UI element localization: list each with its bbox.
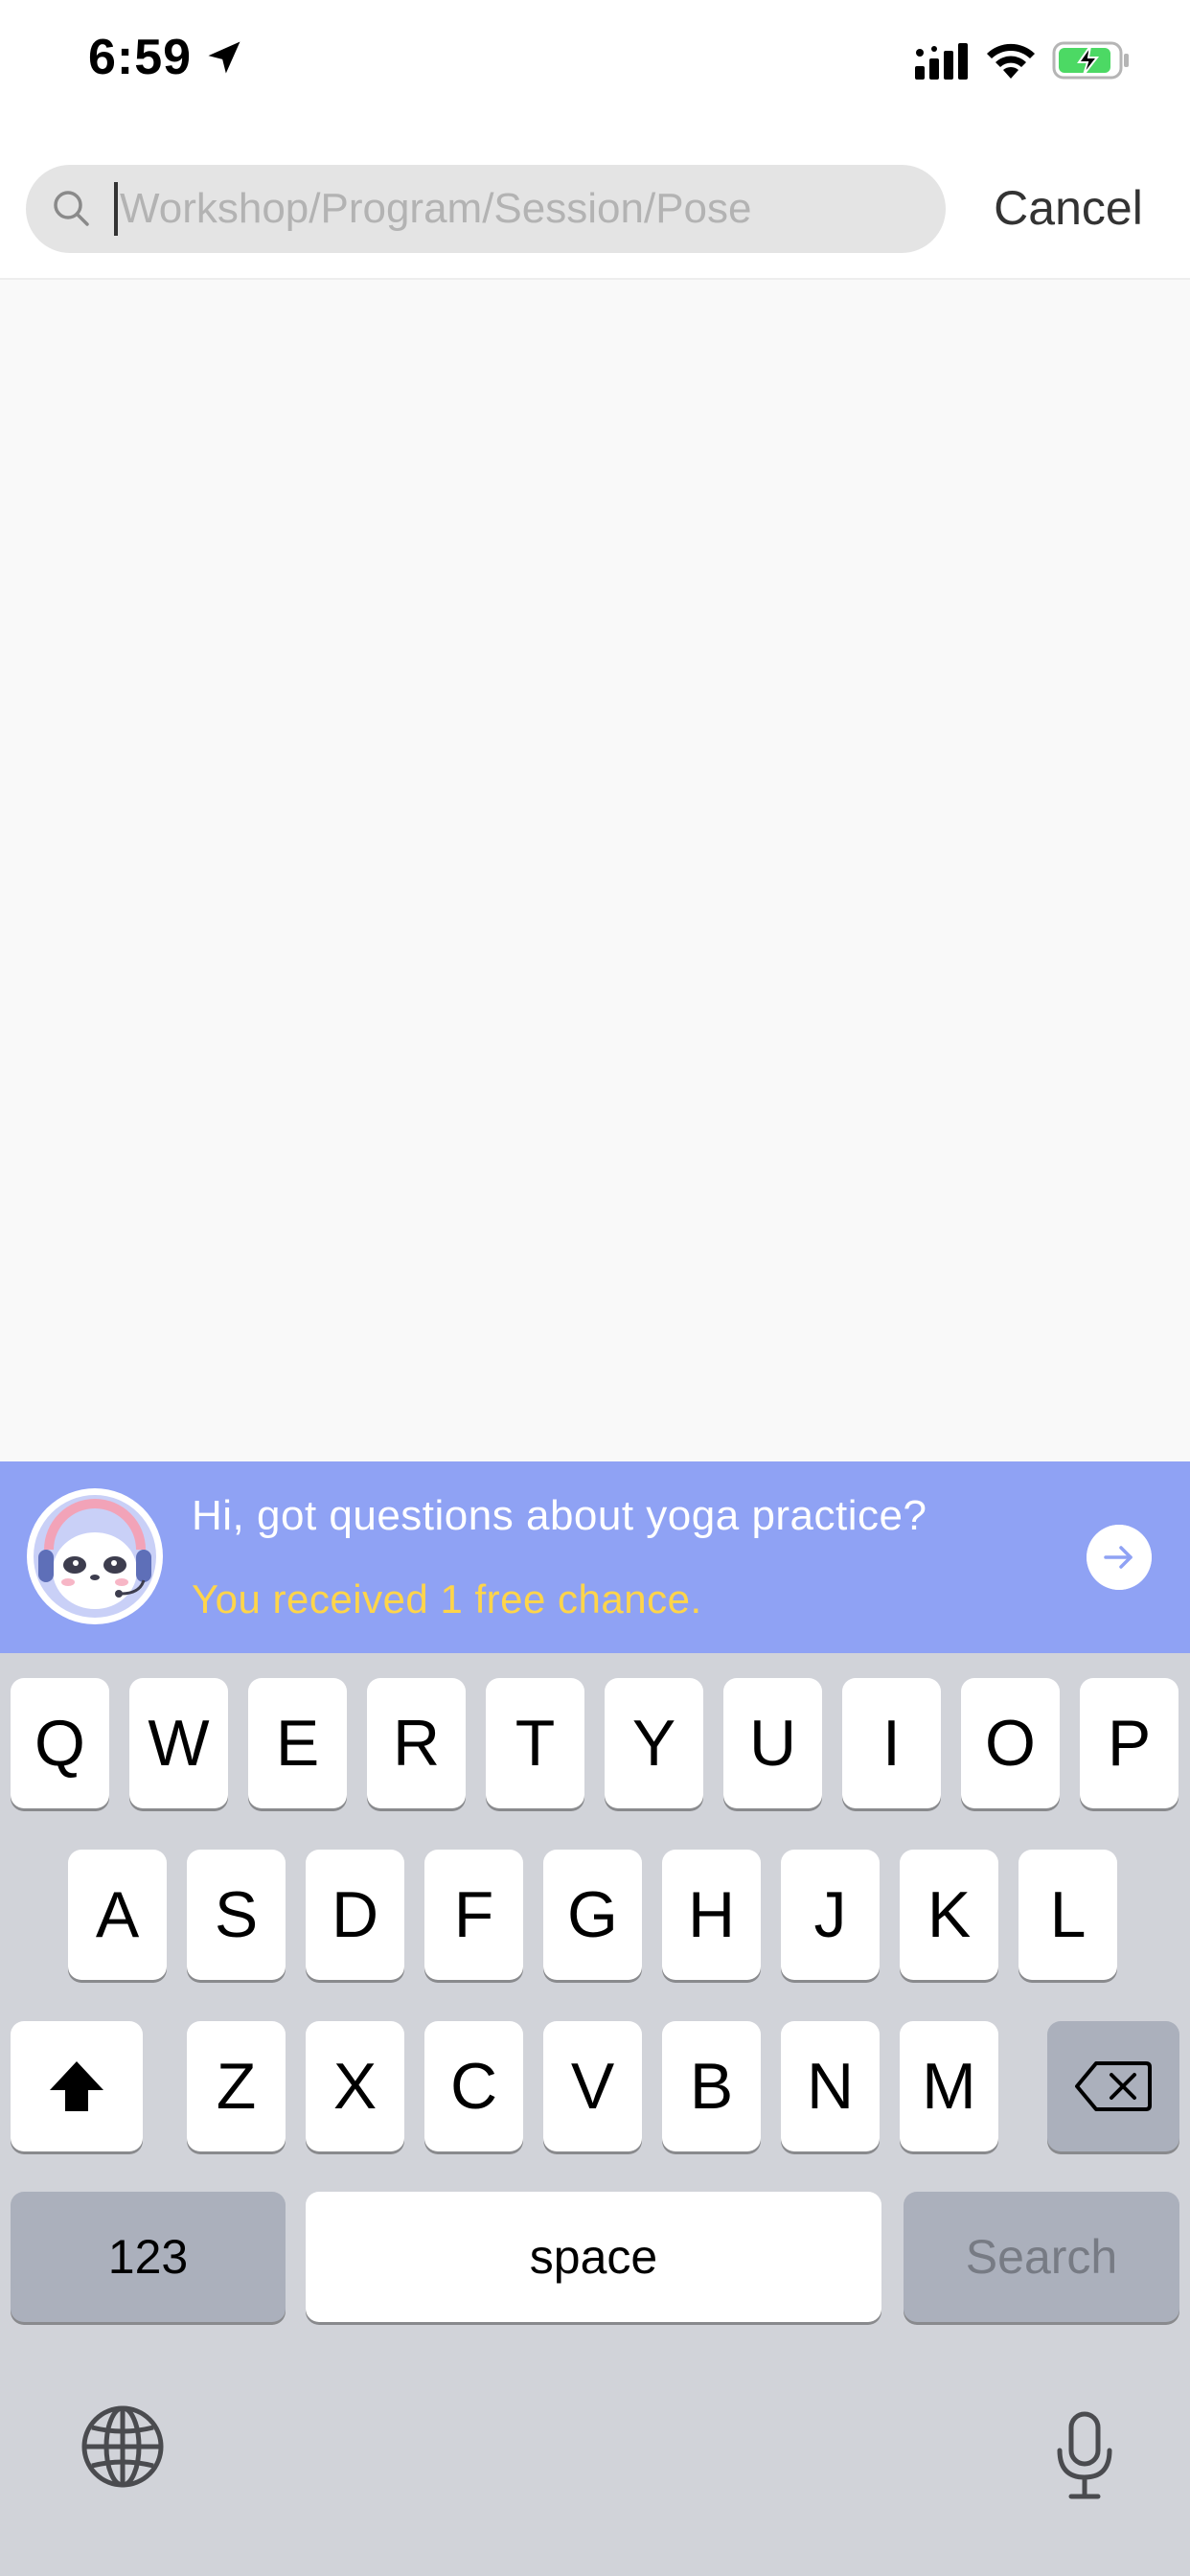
search-results-area bbox=[0, 280, 1190, 1462]
arrow-right-icon[interactable] bbox=[1087, 1525, 1152, 1590]
key-k[interactable]: K bbox=[900, 1850, 998, 1980]
numbers-key[interactable]: 123 bbox=[11, 2192, 286, 2322]
on-screen-keyboard: Q W E R T Y U I O P A S D F G H J K L Z … bbox=[0, 1653, 1190, 2576]
search-header: Cancel bbox=[0, 134, 1190, 280]
key-m[interactable]: M bbox=[900, 2021, 998, 2151]
cellular-signal-icon bbox=[915, 43, 968, 80]
key-h[interactable]: H bbox=[662, 1850, 761, 1980]
shift-key[interactable] bbox=[11, 2021, 143, 2151]
battery-charging-icon bbox=[1052, 41, 1129, 80]
banner-title: Hi, got questions about yoga practice? bbox=[192, 1492, 927, 1539]
key-w[interactable]: W bbox=[129, 1678, 228, 1808]
banner-subtitle: You received 1 free chance. bbox=[192, 1576, 702, 1622]
key-y[interactable]: Y bbox=[605, 1678, 703, 1808]
cancel-button[interactable]: Cancel bbox=[968, 174, 1169, 242]
key-s[interactable]: S bbox=[187, 1850, 286, 1980]
search-icon bbox=[54, 191, 89, 226]
key-v[interactable]: V bbox=[543, 2021, 642, 2151]
search-key[interactable]: Search bbox=[904, 2192, 1179, 2322]
key-f[interactable]: F bbox=[424, 1850, 523, 1980]
key-c[interactable]: C bbox=[424, 2021, 523, 2151]
key-o[interactable]: O bbox=[961, 1678, 1060, 1808]
key-n[interactable]: N bbox=[781, 2021, 880, 2151]
status-time: 6:59 bbox=[88, 30, 193, 85]
key-x[interactable]: X bbox=[306, 2021, 404, 2151]
key-r[interactable]: R bbox=[367, 1678, 466, 1808]
search-input[interactable] bbox=[120, 165, 925, 253]
key-b[interactable]: B bbox=[662, 2021, 761, 2151]
space-key[interactable]: space bbox=[306, 2192, 881, 2322]
key-a[interactable]: A bbox=[68, 1850, 167, 1980]
key-l[interactable]: L bbox=[1018, 1850, 1117, 1980]
location-arrow-icon bbox=[208, 41, 240, 74]
status-bar: 6:59 bbox=[0, 0, 1190, 134]
key-g[interactable]: G bbox=[543, 1850, 642, 1980]
backspace-key[interactable] bbox=[1047, 2021, 1179, 2151]
key-d[interactable]: D bbox=[306, 1850, 404, 1980]
key-i[interactable]: I bbox=[842, 1678, 941, 1808]
key-j[interactable]: J bbox=[781, 1850, 880, 1980]
key-t[interactable]: T bbox=[486, 1678, 584, 1808]
key-u[interactable]: U bbox=[723, 1678, 822, 1808]
shift-icon bbox=[50, 2061, 103, 2111]
key-e[interactable]: E bbox=[248, 1678, 347, 1808]
key-z[interactable]: Z bbox=[187, 2021, 286, 2151]
globe-icon[interactable] bbox=[80, 2404, 165, 2489]
sloth-mascot-avatar bbox=[27, 1488, 163, 1624]
search-bar[interactable] bbox=[26, 165, 946, 253]
text-cursor bbox=[114, 182, 118, 236]
microphone-icon[interactable] bbox=[1054, 2410, 1115, 2502]
wifi-icon bbox=[987, 43, 1035, 79]
yoga-help-banner[interactable]: Hi, got questions about yoga practice? Y… bbox=[0, 1461, 1190, 1653]
key-q[interactable]: Q bbox=[11, 1678, 109, 1808]
key-p[interactable]: P bbox=[1080, 1678, 1179, 1808]
backspace-icon bbox=[1075, 2061, 1152, 2111]
